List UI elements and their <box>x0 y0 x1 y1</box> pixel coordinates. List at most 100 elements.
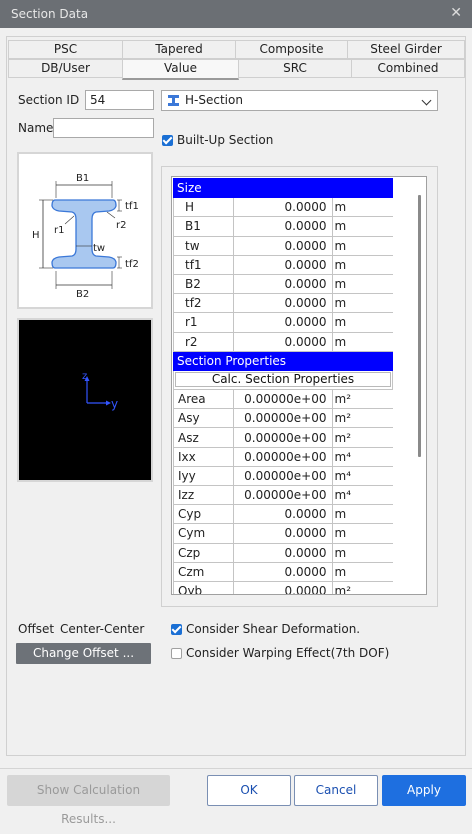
warping-effect-checkbox[interactable] <box>171 648 182 659</box>
table-row: Iyy 0.00000e+00 m⁴ <box>173 465 393 487</box>
label-tf1: tf1 <box>125 201 139 212</box>
size-unit-cell: m <box>331 293 393 314</box>
table-row: Czp 0.0000 m <box>173 542 393 563</box>
size-name-cell: tw <box>173 235 234 256</box>
prop-unit-cell: m⁴ <box>331 484 393 506</box>
prop-unit-cell: m <box>331 504 393 525</box>
name-input[interactable] <box>53 118 154 138</box>
prop-value-cell: 0.00000e+00 <box>232 408 333 429</box>
size-name-cell: tf2 <box>173 293 234 314</box>
size-name-cell: B2 <box>173 273 234 295</box>
table-row: r1 0.0000 m <box>173 312 393 333</box>
apply-button[interactable]: Apply <box>382 775 466 806</box>
table-row: Cyp 0.0000 m <box>173 504 393 525</box>
size-unit-cell: m <box>331 254 393 275</box>
table-row: tf2 0.0000 m <box>173 293 393 314</box>
table-row: Czm 0.0000 m <box>173 561 393 582</box>
tab-composite[interactable]: Composite <box>235 40 348 59</box>
table-row: Cym 0.0000 m <box>173 523 393 544</box>
axis-gizmo-icon: z y <box>82 371 118 411</box>
prop-unit-cell: m² <box>331 389 393 410</box>
prop-name-cell: Iyy <box>173 465 234 487</box>
shear-deformation-label: Consider Shear Deformation. <box>186 622 361 636</box>
property-grid: Size H 0.0000 m B1 0.0000 m tw 0.0000 m tf1 0.0000 m… <box>171 176 427 595</box>
shear-deformation-checkbox[interactable] <box>171 624 182 635</box>
built-up-checkbox[interactable] <box>162 135 173 146</box>
size-value-input[interactable]: 0.0000 <box>232 254 333 275</box>
change-offset-button[interactable]: Change Offset ... <box>16 643 151 664</box>
prop-unit-cell: m⁴ <box>331 465 393 487</box>
table-row: tf1 0.0000 m <box>173 254 393 275</box>
prop-name-cell: Czp <box>173 542 234 563</box>
close-icon[interactable]: ✕ <box>450 5 462 21</box>
section-type-value: H-Section <box>185 93 243 107</box>
size-value-input[interactable]: 0.0000 <box>232 235 333 256</box>
grid-scrollbar-thumb[interactable] <box>418 195 421 457</box>
cancel-button[interactable]: Cancel <box>294 775 378 806</box>
prop-unit-cell: m <box>331 542 393 563</box>
prop-value-cell: 0.00000e+00 <box>232 446 333 467</box>
prop-name-cell: Izz <box>173 484 234 506</box>
size-unit-cell: m <box>331 273 393 295</box>
size-name-cell: H <box>173 197 234 218</box>
table-row: Asy 0.00000e+00 m² <box>173 408 393 429</box>
h-section-drawing: B1 B2 H tf1 tf2 tw r1 r2 <box>32 173 139 300</box>
prop-name-cell: Qyb <box>173 580 234 594</box>
section-id-input[interactable]: 54 <box>85 90 154 110</box>
size-value-input[interactable]: 0.0000 <box>232 216 333 237</box>
size-header-row: Size <box>173 177 393 199</box>
table-row: Area 0.00000e+00 m² <box>173 389 393 410</box>
size-unit-cell: m <box>331 235 393 256</box>
prop-name-cell: Asz <box>173 427 234 448</box>
size-value-input[interactable]: 0.0000 <box>232 273 333 295</box>
section-diagram: B1 B2 H tf1 tf2 tw r1 r2 <box>17 152 153 309</box>
table-row: Izz 0.00000e+00 m⁴ <box>173 484 393 506</box>
prop-name-cell: Cym <box>173 523 234 544</box>
tab-combined[interactable]: Combined <box>351 59 465 78</box>
calc-section-properties-button[interactable]: Calc. Section Properties <box>175 372 391 388</box>
prop-name-cell: Area <box>173 389 234 410</box>
prop-name-cell: Ixx <box>173 446 234 467</box>
title-bar: Section Data ✕ <box>0 0 472 28</box>
axis-z-label: z <box>82 371 87 382</box>
tab-psc[interactable]: PSC <box>8 40 123 59</box>
table-row: Ixx 0.00000e+00 m⁴ <box>173 446 393 467</box>
ok-button[interactable]: OK <box>207 775 291 806</box>
table-row: B1 0.0000 m <box>173 216 393 237</box>
prop-name-cell: Asy <box>173 408 234 429</box>
show-calculation-results-button[interactable]: Show Calculation Results... <box>7 775 170 826</box>
size-value-input[interactable]: 0.0000 <box>232 312 333 333</box>
tab-tapered[interactable]: Tapered <box>122 40 236 59</box>
prop-value-cell: 0.0000 <box>232 542 333 563</box>
chevron-down-icon[interactable] <box>421 95 432 106</box>
tab-src[interactable]: SRC <box>238 59 352 78</box>
prop-unit-cell: m² <box>331 408 393 429</box>
offset-value: Center-Center <box>60 622 145 636</box>
prop-unit-cell: m² <box>331 427 393 448</box>
prop-value-cell: 0.00000e+00 <box>232 389 333 410</box>
grid-scrollbar[interactable] <box>393 178 426 593</box>
prop-value-cell: 0.00000e+00 <box>232 427 333 448</box>
size-name-cell: r1 <box>173 312 234 333</box>
h-section-icon <box>168 95 179 106</box>
tab-value[interactable]: Value <box>122 59 239 80</box>
section-preview: z y <box>17 318 153 482</box>
prop-unit-cell: m <box>331 523 393 544</box>
size-unit-cell: m <box>331 197 393 218</box>
size-value-input[interactable]: 0.0000 <box>232 331 333 352</box>
table-row: tw 0.0000 m <box>173 235 393 256</box>
props-header: Section Properties <box>173 350 393 371</box>
section-type-select[interactable]: H-Section <box>161 90 438 111</box>
size-header: Size <box>173 177 393 199</box>
size-name-cell: B1 <box>173 216 234 237</box>
size-unit-cell: m <box>331 216 393 237</box>
tab-steel-girder[interactable]: Steel Girder <box>347 40 465 59</box>
size-value-input[interactable]: 0.0000 <box>232 197 333 218</box>
size-unit-cell: m <box>331 331 393 352</box>
tab-db-user[interactable]: DB/User <box>8 59 123 78</box>
prop-value-cell: 0.0000 <box>232 523 333 544</box>
size-value-input[interactable]: 0.0000 <box>232 293 333 314</box>
prop-value-cell: 0.0000 <box>232 504 333 525</box>
window-title: Section Data <box>11 7 89 21</box>
prop-unit-cell: m <box>331 561 393 582</box>
